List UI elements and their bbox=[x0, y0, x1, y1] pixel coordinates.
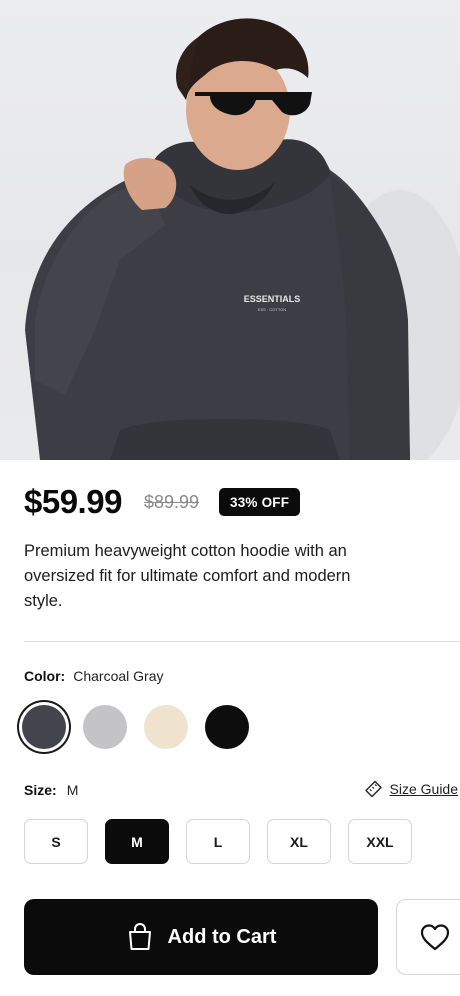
original-price: $89.99 bbox=[143, 491, 199, 512]
size-option-xxl[interactable]: XXL bbox=[348, 819, 412, 864]
size-option-s[interactable]: S bbox=[24, 819, 88, 864]
product-description: Premium heavyweight cotton hoodie with a… bbox=[24, 542, 351, 610]
color-label: Color: Charcoal Gray bbox=[24, 668, 163, 684]
color-label-title: Color: bbox=[24, 668, 66, 684]
swatch-charcoal-gray[interactable] bbox=[22, 705, 66, 749]
add-to-cart-button[interactable]: Add to Cart bbox=[24, 899, 378, 975]
hoodie-print-brand: ESSENTIALS bbox=[244, 294, 301, 304]
price-row: $59.99 $89.99 33% OFF bbox=[24, 482, 301, 522]
size-guide-label: Size Guide bbox=[389, 781, 458, 797]
swatch-cream[interactable] bbox=[144, 705, 188, 749]
current-price: $59.99 bbox=[24, 483, 122, 520]
size-label: Size: M bbox=[24, 782, 78, 798]
size-option-xl[interactable]: XL bbox=[267, 819, 331, 864]
size-option-m[interactable]: M bbox=[105, 819, 169, 864]
size-options: S M L XL XXL bbox=[24, 819, 429, 864]
size-label-title: Size: bbox=[24, 782, 57, 798]
shopping-bag-icon bbox=[128, 922, 151, 950]
color-swatches bbox=[22, 705, 266, 749]
product-image[interactable]: ESSENTIALS ESS · COTTON bbox=[0, 0, 460, 460]
product-page: ESSENTIALS ESS · COTTON $59.99 $89.99 33… bbox=[0, 0, 460, 996]
swatch-light-gray[interactable] bbox=[83, 705, 127, 749]
heart-icon bbox=[420, 924, 450, 951]
wishlist-button[interactable] bbox=[396, 899, 460, 975]
size-guide-link[interactable]: Size Guide bbox=[364, 780, 458, 798]
size-row: Size: M Size Guide bbox=[24, 780, 460, 802]
swatch-black[interactable] bbox=[205, 705, 249, 749]
add-to-cart-label: Add to Cart bbox=[167, 925, 277, 948]
selected-color-name: Charcoal Gray bbox=[73, 668, 164, 684]
selected-size: M bbox=[66, 782, 79, 798]
divider bbox=[24, 641, 460, 642]
hoodie-print-sub: ESS · COTTON bbox=[258, 307, 286, 312]
ruler-icon bbox=[364, 780, 382, 798]
size-option-l[interactable]: L bbox=[186, 819, 250, 864]
discount-badge: 33% OFF bbox=[219, 488, 301, 516]
